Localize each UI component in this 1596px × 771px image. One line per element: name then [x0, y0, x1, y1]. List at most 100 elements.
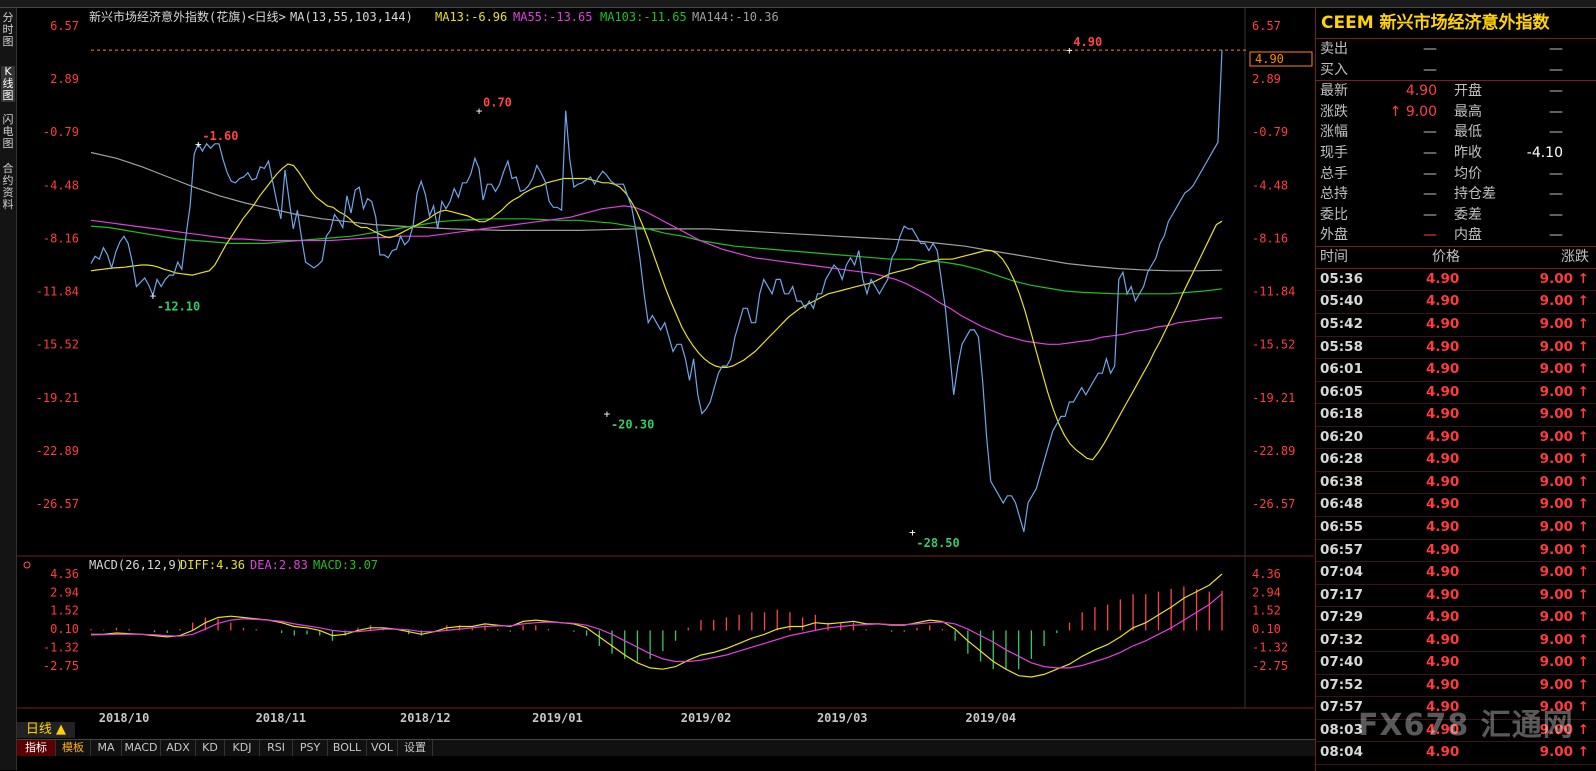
nav-contract-tab[interactable]: 合约资料	[1, 163, 15, 211]
quote-row: 卖出 — —	[1316, 39, 1596, 60]
quote-value: —	[1423, 61, 1437, 78]
macd-tick-label-left: 0.10	[50, 622, 79, 636]
tick-list[interactable]: 05:36 4.90 9.00 ↑ 05:40 4.90 9.00 ↑ 05:42 4.90 9…	[1316, 269, 1596, 765]
tab-template[interactable]: 模板	[56, 740, 91, 756]
quote-row: 外盘 — 内盘 —	[1316, 225, 1596, 247]
period-day-button[interactable]: 日线 ▲	[17, 722, 75, 738]
y-tick-label-right: -0.79	[1252, 125, 1288, 139]
tab-rsi[interactable]: RSI	[260, 740, 293, 756]
tick-row[interactable]: 07:17 4.90 9.00 ↑	[1316, 585, 1596, 608]
tick-row[interactable]: 06:05 4.90 9.00 ↑	[1316, 382, 1596, 405]
tab-adx[interactable]: ADX	[161, 740, 196, 756]
tick-row[interactable]: 06:57 4.90 9.00 ↑	[1316, 540, 1596, 563]
tick-row[interactable]: 06:28 4.90 9.00 ↑	[1316, 449, 1596, 472]
tick-row[interactable]: 08:04 4.90 9.00 ↑	[1316, 742, 1596, 765]
tab-kd[interactable]: KD	[196, 740, 225, 756]
tick-time: 06:55	[1320, 518, 1363, 535]
tick-chg: 9.00 ↑	[1539, 496, 1589, 513]
quote-label: 最低	[1454, 124, 1482, 141]
nav-timeshare-tab[interactable]: 分时图	[1, 12, 15, 48]
tick-chg: 9.00 ↑	[1539, 609, 1589, 626]
quote-row: 涨跌 ↑ 9.00 最高 —	[1316, 102, 1596, 123]
macd-tick-label-left: -1.32	[43, 640, 79, 654]
tick-row[interactable]: 06:48 4.90 9.00 ↑	[1316, 494, 1596, 517]
quote-row: 买入 — —	[1316, 60, 1596, 82]
tick-time: 08:03	[1320, 721, 1363, 738]
x-tick-label: 2019/03	[817, 711, 868, 725]
quote-value: —	[1423, 124, 1437, 141]
quote-label: 昨收	[1454, 144, 1482, 161]
extreme-label: -28.50	[916, 536, 959, 550]
tick-chg: 9.00 ↑	[1539, 383, 1589, 400]
quote-label: 最新	[1320, 83, 1348, 100]
nav-flash-tab[interactable]: 闪电图	[1, 114, 15, 150]
macd-tick-label-left: 1.52	[50, 604, 79, 618]
quote-label: 现手	[1320, 144, 1348, 161]
macd-dea: DEA:2.83	[250, 558, 308, 572]
tick-price: 4.90	[1426, 586, 1460, 603]
tick-chg: 9.00 ↑	[1539, 270, 1589, 287]
tick-row[interactable]: 06:01 4.90 9.00 ↑	[1316, 359, 1596, 382]
tick-row[interactable]: 06:38 4.90 9.00 ↑	[1316, 472, 1596, 495]
tick-header-change: 涨跌	[1561, 248, 1589, 265]
extreme-marker: +	[195, 138, 202, 151]
tick-row[interactable]: 07:29 4.90 9.00 ↑	[1316, 607, 1596, 630]
tick-row[interactable]: 05:36 4.90 9.00 ↑	[1316, 269, 1596, 292]
tab-settings[interactable]: 设置	[398, 740, 433, 756]
legend-title: 新兴市场经济意外指数(花旗)<日线>	[89, 9, 286, 24]
y-tick-label-left: -4.48	[43, 178, 79, 192]
tick-chg: 9.00 ↑	[1539, 428, 1589, 445]
tab-boll[interactable]: BOLL	[328, 740, 367, 756]
x-tick-label: 2019/04	[966, 711, 1017, 725]
tick-row[interactable]: 07:40 4.90 9.00 ↑	[1316, 652, 1596, 675]
quote-value: ↑ 9.00	[1389, 103, 1437, 120]
tick-price: 4.90	[1426, 631, 1460, 648]
quote-value: —	[1549, 124, 1563, 141]
tick-row[interactable]: 07:32 4.90 9.00 ↑	[1316, 630, 1596, 653]
tick-row[interactable]: 06:18 4.90 9.00 ↑	[1316, 404, 1596, 427]
tab-ma[interactable]: MA	[91, 740, 122, 756]
last-price-box-value: 4.90	[1255, 52, 1284, 66]
tick-row[interactable]: 06:55 4.90 9.00 ↑	[1316, 517, 1596, 540]
tick-price: 4.90	[1426, 541, 1460, 558]
tick-row[interactable]: 05:40 4.90 9.00 ↑	[1316, 291, 1596, 315]
extreme-marker: +	[604, 408, 611, 421]
tab-indicator[interactable]: 指标	[17, 740, 56, 756]
quote-row: 总手 — 均价 —	[1316, 164, 1596, 185]
tick-time: 06:38	[1320, 473, 1363, 490]
tab-kdj[interactable]: KDJ	[225, 740, 260, 756]
quote-value: 4.90	[1405, 83, 1437, 100]
tick-row[interactable]: 07:04 4.90 9.00 ↑	[1316, 562, 1596, 585]
tick-time: 07:04	[1320, 564, 1363, 581]
quote-row: 总持 — 持仓差 —	[1316, 184, 1596, 205]
quote-label: 委比	[1320, 206, 1348, 223]
tick-time: 05:42	[1320, 316, 1363, 333]
tab-psy[interactable]: PSY	[293, 740, 328, 756]
macd-tick-label-left: -2.75	[43, 659, 79, 673]
tick-row[interactable]: 05:58 4.90 9.00 ↑	[1316, 337, 1596, 360]
y-tick-label-right: -15.52	[1252, 338, 1295, 352]
tick-time: 06:20	[1320, 428, 1363, 445]
tick-price: 4.90	[1426, 451, 1460, 468]
quote-value: —	[1423, 186, 1437, 203]
tick-row[interactable]: 05:42 4.90 9.00 ↑	[1316, 314, 1596, 337]
tick-chg: 9.00 ↑	[1539, 676, 1589, 693]
y-tick-label-left: -15.52	[36, 338, 79, 352]
tab-macd[interactable]: MACD	[122, 740, 161, 756]
quote-value: —	[1549, 206, 1563, 223]
extreme-label: -12.10	[157, 299, 200, 313]
tick-row[interactable]: 07:52 4.90 9.00 ↑	[1316, 675, 1596, 698]
kline-chart[interactable]: 新兴市场经济意外指数(花旗)<日线> MA(13,55,103,144) MA1…	[17, 8, 1314, 738]
tick-time: 07:29	[1320, 609, 1363, 626]
quote-value: —	[1549, 61, 1563, 78]
tick-price: 4.90	[1426, 338, 1460, 355]
tick-chg: 9.00 ↑	[1539, 564, 1589, 581]
tick-row[interactable]: 06:20 4.90 9.00 ↑	[1316, 427, 1596, 450]
extreme-label: -1.60	[202, 129, 238, 143]
nav-kline-tab[interactable]: K线图	[1, 66, 15, 102]
tab-vol[interactable]: VOL	[367, 740, 398, 756]
indicator-tabs: 指标 模板 MA MACD ADX KD KDJ RSI PSY BOLL VO…	[17, 739, 1315, 756]
tick-chg: 9.00 ↑	[1539, 473, 1589, 490]
tick-time: 06:57	[1320, 541, 1363, 558]
tick-time: 07:17	[1320, 586, 1363, 603]
